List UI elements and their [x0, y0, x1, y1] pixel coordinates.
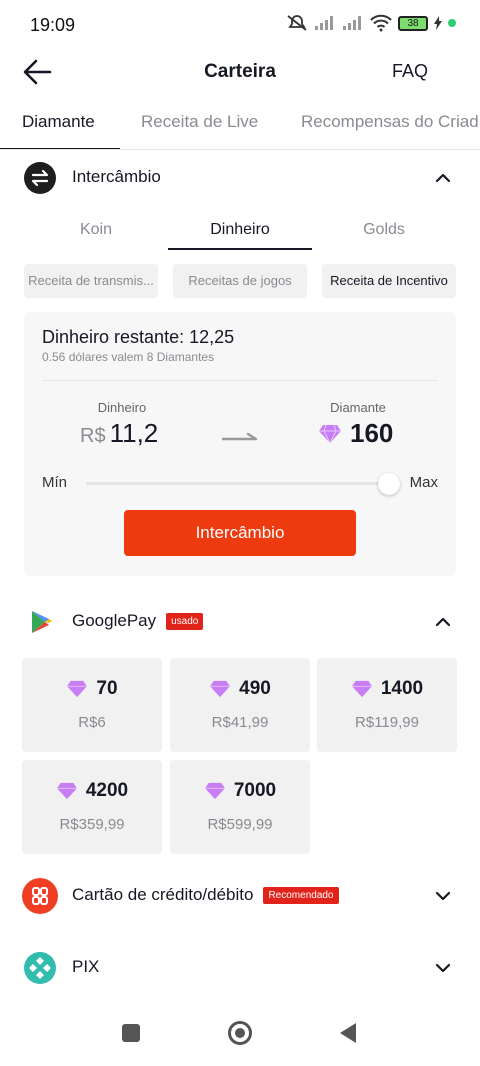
- status-bar: 19:09 38: [0, 0, 480, 50]
- status-time: 19:09: [30, 15, 76, 35]
- chevron-up-icon[interactable]: [434, 613, 452, 631]
- package-price: R$599,99: [207, 816, 273, 833]
- arrow-left-icon: [23, 59, 52, 85]
- package-diamonds: 490: [239, 678, 271, 699]
- home-button[interactable]: [228, 1021, 252, 1045]
- package-diamonds: 4200: [85, 780, 129, 801]
- chevron-down-icon[interactable]: [434, 959, 452, 977]
- package-price: R$359,99: [59, 816, 125, 833]
- exchange-section-title: Intercâmbio: [72, 167, 161, 186]
- exchange-button[interactable]: Intercâmbio: [124, 510, 356, 556]
- status-icons: 38: [286, 14, 456, 32]
- package-amount: 4200: [22, 780, 162, 802]
- pix-title: PIX: [72, 957, 100, 976]
- slider-min-label: Mín: [42, 474, 68, 491]
- system-back-button[interactable]: [340, 1023, 356, 1043]
- signal-icon: [315, 16, 333, 30]
- package-price: R$6: [78, 714, 106, 731]
- diamond-icon: [67, 680, 88, 698]
- pix-icon: [24, 952, 56, 984]
- used-badge: usado: [166, 613, 204, 630]
- tab-diamante[interactable]: Diamante: [22, 112, 95, 132]
- subtab-koin[interactable]: Koin: [24, 221, 168, 239]
- income-source-chips: Receita de transmis... Receitas de jogos…: [24, 264, 456, 298]
- diamond-packages: 70 R$6 490 R$41,99 1400 R$119,99 4200 R$…: [22, 658, 458, 854]
- charging-icon: [434, 16, 442, 30]
- diamond-amount: 160: [318, 418, 393, 449]
- chip-receita-transmissao[interactable]: Receita de transmis...: [24, 264, 158, 298]
- exchange-rate: 0.56 dólares valem 8 Diamantes: [42, 350, 215, 364]
- recents-button[interactable]: [122, 1024, 140, 1042]
- diamond-icon: [210, 680, 231, 698]
- money-label: Dinheiro: [97, 400, 147, 415]
- chip-receitas-jogos[interactable]: Receitas de jogos: [173, 264, 307, 298]
- recommended-badge: Recomendado: [263, 887, 339, 904]
- back-button[interactable]: [20, 54, 56, 90]
- package-card[interactable]: 490 R$41,99: [170, 658, 310, 752]
- chevron-down-icon[interactable]: [434, 887, 452, 905]
- google-play-icon: [24, 606, 56, 638]
- googlepay-title: GooglePay usado: [72, 611, 204, 631]
- diamond-icon: [204, 782, 225, 800]
- package-amount: 490: [170, 678, 310, 700]
- system-nav-bar: [0, 1000, 480, 1066]
- package-card[interactable]: 70 R$6: [22, 658, 162, 752]
- exchange-sub-tabs: Koin Dinheiro Golds: [24, 212, 456, 250]
- package-diamonds: 7000: [233, 780, 277, 801]
- exchange-icon: [24, 162, 56, 194]
- diamond-label: Diamante: [330, 400, 386, 415]
- slider-max-label[interactable]: Max: [410, 474, 438, 491]
- remaining-money: Dinheiro restante: 12,25: [42, 327, 235, 347]
- diamond-icon: [319, 424, 341, 444]
- money-value: 11,2: [109, 418, 159, 448]
- battery-icon: 38: [398, 15, 428, 31]
- googlepay-section-header[interactable]: GooglePay usado: [0, 594, 480, 650]
- package-diamonds: 70: [96, 678, 118, 699]
- faq-link[interactable]: FAQ: [392, 61, 428, 82]
- card-payment-title: Cartão de crédito/débito Recomendado: [72, 885, 339, 905]
- tab-receita-de-live[interactable]: Receita de Live: [141, 112, 258, 132]
- exchange-card: Dinheiro restante: 12,25 0.56 dólares va…: [24, 312, 456, 576]
- chevron-up-icon[interactable]: [434, 169, 452, 187]
- tab-recompensas[interactable]: Recompensas do Criad: [301, 112, 479, 132]
- main-tabs: Diamante Receita de Live Recompensas do …: [0, 96, 480, 150]
- wifi-icon: [370, 14, 392, 32]
- arrow-right-icon: [222, 432, 258, 441]
- currency-symbol: R$: [80, 425, 106, 447]
- package-amount: 70: [22, 678, 162, 700]
- mute-icon: [287, 15, 307, 31]
- pix-section[interactable]: PIX: [0, 940, 480, 996]
- money-amount: R$ 11,2: [80, 418, 158, 449]
- slider-thumb[interactable]: [378, 473, 400, 495]
- subtab-indicator: [168, 248, 312, 250]
- package-amount: 1400: [317, 678, 457, 700]
- diamond-icon: [56, 782, 77, 800]
- package-price: R$41,99: [211, 714, 269, 731]
- googlepay-label: GooglePay: [72, 611, 157, 630]
- card-payment-label: Cartão de crédito/débito: [72, 885, 254, 904]
- divider: [42, 380, 438, 381]
- exchange-section-header[interactable]: Intercâmbio: [0, 150, 480, 206]
- subtab-dinheiro[interactable]: Dinheiro: [168, 221, 312, 239]
- header: Carteira FAQ: [0, 50, 480, 94]
- package-diamonds: 1400: [380, 678, 424, 699]
- signal-icon-2: [343, 16, 361, 30]
- credit-card-icon: [22, 878, 58, 914]
- package-card[interactable]: 4200 R$359,99: [22, 760, 162, 854]
- amount-slider[interactable]: [86, 482, 390, 485]
- subtab-golds[interactable]: Golds: [312, 221, 456, 239]
- diamond-icon: [351, 680, 372, 698]
- package-card[interactable]: 7000 R$599,99: [170, 760, 310, 854]
- chip-receita-incentivo[interactable]: Receita de Incentivo: [322, 264, 456, 298]
- package-card[interactable]: 1400 R$119,99: [317, 658, 457, 752]
- notification-dot: [448, 19, 456, 27]
- card-payment-section[interactable]: Cartão de crédito/débito Recomendado: [0, 868, 480, 924]
- diamond-value: 160: [350, 418, 394, 448]
- package-price: R$119,99: [355, 714, 419, 731]
- package-amount: 7000: [170, 780, 310, 802]
